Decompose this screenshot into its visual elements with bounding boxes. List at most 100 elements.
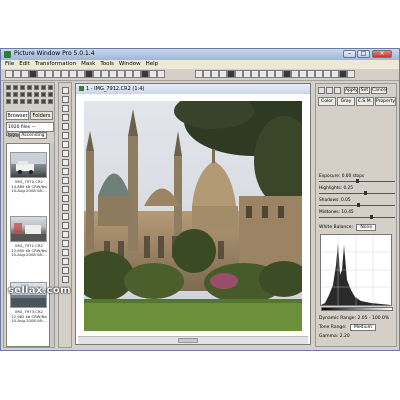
vertical-tool-icon[interactable] (62, 96, 69, 103)
tone-range-dropdown[interactable]: Medium (350, 324, 377, 331)
toolbar-tool-icon[interactable] (141, 70, 149, 78)
toolbar-tool-icon[interactable] (117, 70, 125, 78)
sort-dropdown[interactable]: Ascending (19, 132, 47, 139)
thumbnail-image[interactable] (10, 216, 47, 242)
options-icon[interactable] (334, 87, 341, 94)
menu-file[interactable]: File (5, 60, 14, 69)
image-horizontal-scrollbar[interactable] (78, 336, 308, 344)
vertical-tool-icon[interactable] (62, 213, 69, 220)
vertical-tool-icon[interactable] (62, 123, 69, 130)
palette-tool-icon[interactable] (41, 85, 46, 90)
palette-tool-icon[interactable] (27, 85, 32, 90)
toolbar-tool-icon[interactable] (211, 70, 219, 78)
set-button[interactable]: Set (359, 87, 370, 94)
palette-tool-icon[interactable] (27, 99, 32, 104)
menu-mask[interactable]: Mask (81, 60, 95, 69)
menu-transformation[interactable]: Transformation (35, 60, 76, 69)
vertical-tool-icon[interactable] (62, 195, 69, 202)
palette-tool-icon[interactable] (41, 92, 46, 97)
toolbar-tool-icon[interactable] (291, 70, 299, 78)
toolbar-tool-icon[interactable] (133, 70, 141, 78)
toolbar-tool-icon[interactable] (21, 70, 29, 78)
toolbar-tool-icon[interactable] (339, 70, 347, 78)
vertical-tool-icon[interactable] (62, 105, 69, 112)
apply-button[interactable]: Apply (344, 87, 358, 94)
toolbar-tool-icon[interactable] (101, 70, 109, 78)
toolbar-tool-icon[interactable] (85, 70, 93, 78)
toolbar-tool-icon[interactable] (251, 70, 259, 78)
thumbnail-image[interactable] (10, 152, 47, 178)
vertical-tool-icon[interactable] (62, 258, 69, 265)
palette-tool-icon[interactable] (13, 99, 18, 104)
tab-folders[interactable]: Folders (30, 111, 53, 120)
toolbar-tool-icon[interactable] (69, 70, 77, 78)
vertical-tool-icon[interactable] (62, 276, 69, 283)
palette-tool-icon[interactable] (20, 85, 25, 90)
tab-gray[interactable]: Gray (336, 97, 355, 106)
vertical-tool-icon[interactable] (62, 222, 69, 229)
vertical-tool-icon[interactable] (62, 186, 69, 193)
palette-tool-icon[interactable] (6, 85, 11, 90)
toolbar-tool-icon[interactable] (13, 70, 21, 78)
toolbar-tool-icon[interactable] (29, 70, 37, 78)
menu-edit[interactable]: Edit (19, 60, 30, 69)
tab-csm[interactable]: C.S.M. (355, 97, 374, 106)
vertical-tool-icon[interactable] (62, 249, 69, 256)
toolbar-tool-icon[interactable] (299, 70, 307, 78)
palette-tool-icon[interactable] (34, 92, 39, 97)
vertical-tool-icon[interactable] (62, 177, 69, 184)
toolbar-tool-icon[interactable] (5, 70, 13, 78)
toolbar-tool-icon[interactable] (259, 70, 267, 78)
slider-knob[interactable] (364, 191, 368, 195)
toolbar-tool-icon[interactable] (227, 70, 235, 78)
palette-tool-icon[interactable] (13, 92, 18, 97)
palette-tool-icon[interactable] (6, 99, 11, 104)
toolbar-tool-icon[interactable] (331, 70, 339, 78)
vertical-tool-icon[interactable] (62, 87, 69, 94)
close-button[interactable]: ✕ (372, 50, 392, 58)
thumbnail-scrollbar[interactable] (50, 143, 54, 347)
palette-tool-icon[interactable] (6, 92, 11, 97)
slider-knob[interactable] (356, 203, 360, 207)
toolbar-tool-icon[interactable] (275, 70, 283, 78)
palette-tool-icon[interactable] (48, 85, 53, 90)
toolbar-tool-icon[interactable] (109, 70, 117, 78)
palette-tool-icon[interactable] (48, 99, 53, 104)
toolbar-tool-icon[interactable] (347, 70, 355, 78)
toolbar-tool-icon[interactable] (323, 70, 331, 78)
palette-tool-icon[interactable] (34, 85, 39, 90)
palette-tool-icon[interactable] (48, 92, 53, 97)
minimize-button[interactable]: – (343, 50, 356, 58)
slider-knob[interactable] (370, 215, 374, 219)
toolbar-tool-icon[interactable] (235, 70, 243, 78)
toolbar-tool-icon[interactable] (157, 70, 165, 78)
palette-tool-icon[interactable] (41, 99, 46, 104)
toolbar-tool-icon[interactable] (219, 70, 227, 78)
toolbar-tool-icon[interactable] (203, 70, 211, 78)
toolbar-tool-icon[interactable] (93, 70, 101, 78)
scroll-thumb[interactable] (178, 338, 198, 343)
palette-tool-icon[interactable] (13, 85, 18, 90)
palette-tool-icon[interactable] (34, 99, 39, 104)
vertical-tool-icon[interactable] (62, 168, 69, 175)
vertical-tool-icon[interactable] (62, 240, 69, 247)
tab-browser[interactable]: Browser (6, 111, 29, 120)
toolbar-tool-icon[interactable] (149, 70, 157, 78)
toolbar-tool-icon[interactable] (243, 70, 251, 78)
palette-tool-icon[interactable] (27, 92, 32, 97)
cancel-button[interactable]: Cancel (371, 87, 387, 94)
vertical-tool-icon[interactable] (62, 132, 69, 139)
toolbar-tool-icon[interactable] (45, 70, 53, 78)
maximize-button[interactable]: □ (357, 50, 370, 58)
vertical-tool-icon[interactable] (62, 159, 69, 166)
toolbar-tool-icon[interactable] (37, 70, 45, 78)
toolbar-tool-icon[interactable] (283, 70, 291, 78)
toolbar-tool-icon[interactable] (77, 70, 85, 78)
vertical-tool-icon[interactable] (62, 231, 69, 238)
toolbar-tool-icon[interactable] (267, 70, 275, 78)
toolbar-tool-icon[interactable] (61, 70, 69, 78)
vertical-tool-icon[interactable] (62, 141, 69, 148)
tab-property[interactable]: Property (374, 97, 396, 106)
tab-color[interactable]: Color (318, 97, 336, 106)
vertical-tool-icon[interactable] (62, 267, 69, 274)
